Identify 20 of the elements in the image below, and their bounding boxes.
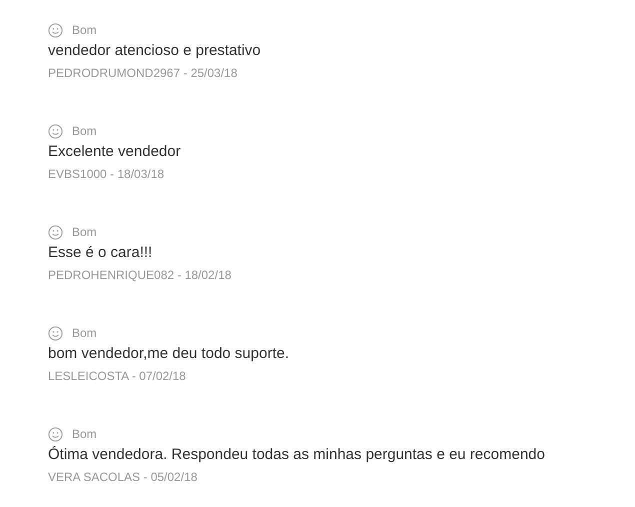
smiley-icon [48, 224, 63, 240]
review-comment: vendedor atencioso e prestativo [48, 41, 262, 61]
review-comment: Esse é o cara!!! [48, 243, 154, 263]
smiley-icon [48, 124, 63, 138]
rating-label: Bom [72, 123, 97, 140]
review-author: VERA SACOLAS - 05/02/18 [48, 469, 198, 486]
rating-label: Bom [72, 426, 97, 443]
review-comment: bom vendedor,me deu todo suporte. [48, 344, 290, 364]
smiley-icon [48, 22, 63, 38]
rating-label: Bom [72, 325, 97, 342]
review-comment: Ótima vendedora. Respondeu todas as minhas perguntas e eu recomendo [48, 445, 546, 465]
rating-label: Bom [72, 22, 97, 39]
review-author: EVBS1000 - 18/03/18 [48, 166, 166, 183]
smiley-icon [48, 326, 63, 340]
review-author: LESLEICOSTA - 07/02/18 [48, 368, 187, 385]
review-author: PEDROHENRIQUE082 - 18/02/18 [48, 267, 232, 284]
rating-label: Bom [72, 224, 97, 241]
review-author: PEDRODRUMOND2967 - 25/03/18 [48, 65, 238, 82]
review-comment: Excelente vendedor [48, 142, 182, 162]
smiley-icon [48, 426, 63, 442]
